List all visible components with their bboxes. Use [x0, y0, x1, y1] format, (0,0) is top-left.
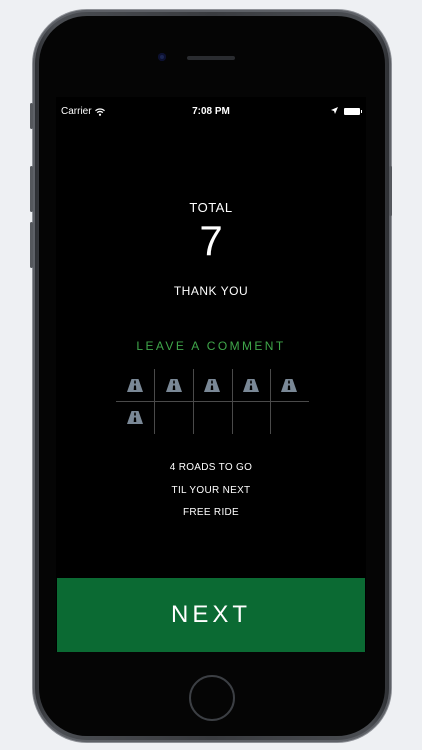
- leave-comment-link[interactable]: LEAVE A COMMENT: [56, 339, 366, 353]
- front-camera: [158, 53, 166, 61]
- road-slot: [193, 369, 231, 401]
- status-bar: Carrier 7:08 PM: [56, 97, 366, 117]
- next-button[interactable]: NEXT: [57, 578, 365, 652]
- road-punch-card: [116, 369, 309, 434]
- thank-you-text: THANK YOU: [173, 284, 249, 298]
- road-slot: [155, 402, 193, 434]
- roads-remaining-text: 4 ROADS TO GO: [169, 462, 253, 473]
- home-button[interactable]: [189, 675, 235, 721]
- road-icon: [242, 378, 259, 392]
- road-icon: [127, 378, 143, 392]
- mute-switch: [30, 103, 33, 129]
- road-slot: [232, 402, 270, 434]
- road-slot: [270, 402, 308, 434]
- earpiece-speaker: [187, 56, 235, 60]
- road-slot: [116, 402, 154, 434]
- status-time: 7:08 PM: [192, 106, 230, 117]
- road-icon: [165, 378, 182, 392]
- total-label: TOTAL: [189, 200, 233, 215]
- road-slot: [270, 369, 308, 401]
- location-arrow-icon: [331, 106, 338, 117]
- status-right-group: [331, 106, 362, 117]
- road-slot: [193, 402, 231, 434]
- road-slot: [155, 369, 193, 401]
- volume-up-button: [30, 166, 33, 212]
- volume-down-button: [30, 222, 33, 268]
- next-reward-text: TIL YOUR NEXT: [171, 485, 251, 496]
- road-icon: [281, 378, 298, 392]
- road-icon: [127, 411, 143, 424]
- free-ride-text: FREE RIDE: [182, 507, 240, 518]
- road-slot: [116, 369, 154, 401]
- road-slot: [232, 369, 270, 401]
- power-button: [389, 166, 392, 216]
- total-value: 7: [199, 217, 223, 264]
- road-icon: [204, 378, 221, 392]
- battery-icon: [344, 108, 362, 115]
- app-screen: Carrier 7:08 PM TOTAL 7 THANK YOU LEAVE …: [56, 97, 366, 652]
